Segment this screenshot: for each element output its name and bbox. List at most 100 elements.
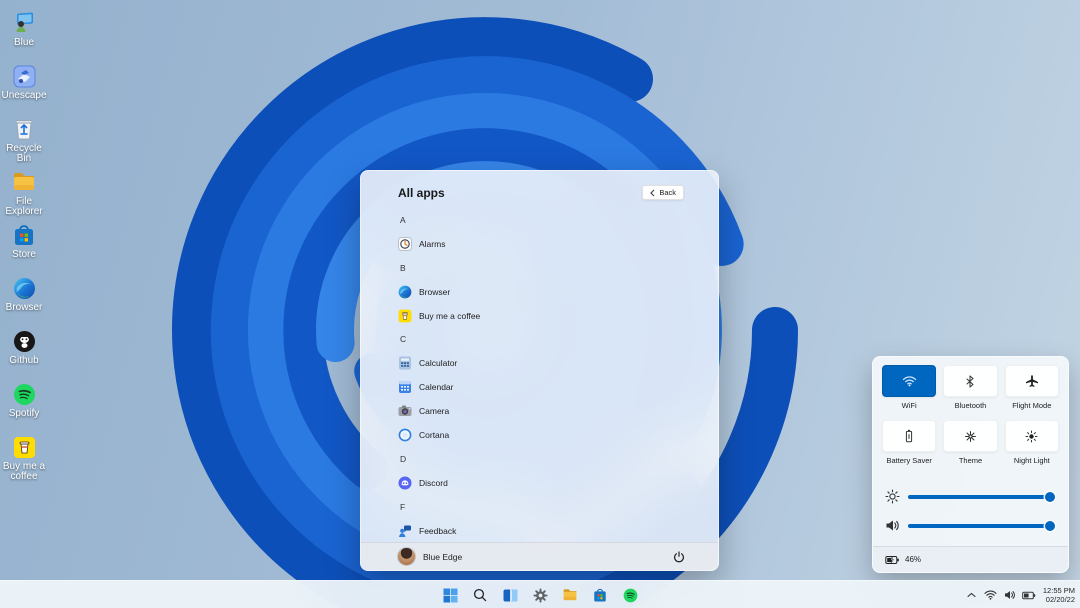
airplane-icon [1025, 374, 1039, 388]
all-apps-title: All apps [398, 186, 445, 200]
app-row-feedback[interactable]: Feedback [361, 519, 718, 543]
app-label: Cortana [419, 430, 449, 440]
desktop-icon-buy-me-a-coffee[interactable]: Buy me a coffee [0, 432, 48, 485]
flight-mode-toggle-button[interactable] [1005, 365, 1059, 397]
back-button-label: Back [659, 188, 676, 197]
desktop-icon-label: Browser [6, 303, 43, 313]
clock[interactable]: 12:55 PM 02/20/22 [1043, 586, 1075, 604]
file-explorer-icon [12, 170, 36, 194]
start-menu-footer: Blue Edge [361, 542, 718, 570]
store-button[interactable] [589, 584, 611, 606]
desktop: Blue Unescape Recycle Bin File Explorer … [0, 0, 1080, 608]
discord-icon [398, 476, 412, 490]
volume-slider[interactable] [908, 524, 1054, 528]
app-row-browser[interactable]: Browser [361, 280, 718, 304]
search-button[interactable] [469, 584, 491, 606]
buy-me-a-coffee-icon [12, 435, 36, 459]
desktop-icon-unescape[interactable]: Unescape [0, 61, 48, 114]
section-letter[interactable]: C [361, 327, 718, 351]
desktop-icon-label: Store [12, 250, 36, 260]
task-view-button[interactable] [499, 584, 521, 606]
volume-slider-row [885, 511, 1054, 540]
buy-me-a-coffee-icon [398, 309, 412, 323]
desktop-icon-label: File Explorer [1, 197, 47, 217]
app-row-discord[interactable]: Discord [361, 471, 718, 495]
task-view-icon [503, 589, 518, 602]
cortana-icon [398, 428, 412, 442]
volume-slider-thumb[interactable] [1045, 521, 1055, 531]
clock-date: 02/20/22 [1046, 595, 1075, 604]
wifi-icon [984, 590, 997, 600]
desktop-icon-store[interactable]: Store [0, 220, 48, 273]
theme-toggle-button[interactable] [943, 420, 997, 452]
toggle-label: Night Light [1014, 456, 1050, 465]
desktop-icon-recycle-bin[interactable]: Recycle Bin [0, 114, 48, 167]
tray-volume-button[interactable] [1003, 588, 1017, 602]
desktop-icon-label: Blue [14, 38, 34, 48]
toggle-cell-bluetooth: Bluetooth [943, 365, 997, 410]
brightness-icon [885, 489, 900, 504]
section-letter-label: A [400, 215, 406, 225]
spotify-button[interactable] [619, 584, 641, 606]
bluetooth-icon [965, 375, 975, 388]
tray-battery-button[interactable] [1022, 588, 1036, 602]
bluetooth-toggle-button[interactable] [943, 365, 997, 397]
app-label: Calendar [419, 382, 454, 392]
battery-percent: 46% [905, 555, 921, 564]
section-letter[interactable]: A [361, 208, 718, 232]
desktop-icon-github[interactable]: Github [0, 326, 48, 379]
app-row-calculator[interactable]: Calculator [361, 351, 718, 375]
tray-wifi-button[interactable] [984, 588, 998, 602]
user-profile-button[interactable]: Blue Edge [398, 548, 462, 565]
alarms-icon [398, 237, 412, 251]
section-letter[interactable]: D [361, 447, 718, 471]
desktop-icon-spotify[interactable]: Spotify [0, 379, 48, 432]
app-row-buy-me-a-coffee[interactable]: Buy me a coffee [361, 304, 718, 328]
app-row-cortana[interactable]: Cortana [361, 423, 718, 447]
desktop-icon-browser[interactable]: Browser [0, 273, 48, 326]
settings-button[interactable] [529, 584, 551, 606]
toggle-cell-night-light: Night Light [1005, 420, 1059, 465]
desktop-icon-file-explorer[interactable]: File Explorer [0, 167, 48, 220]
search-icon [473, 588, 487, 602]
clock-time: 12:55 PM [1043, 586, 1075, 595]
section-letter[interactable]: F [361, 495, 718, 519]
desktop-icon-label: Buy me a coffee [1, 462, 47, 482]
settings-gear-icon [533, 588, 548, 603]
section-letter[interactable]: B [361, 256, 718, 280]
brightness-slider[interactable] [908, 495, 1054, 499]
battery-saver-toggle-button[interactable] [882, 420, 936, 452]
volume-icon [885, 519, 900, 532]
file-explorer-button[interactable] [559, 584, 581, 606]
store-icon [593, 588, 607, 603]
blue-app-icon [12, 11, 36, 35]
app-row-camera[interactable]: Camera [361, 399, 718, 423]
start-button[interactable] [439, 584, 461, 606]
toggle-label: Theme [959, 456, 982, 465]
brightness-slider-row [885, 482, 1054, 511]
wifi-toggle-button[interactable] [882, 365, 936, 397]
calendar-icon [398, 380, 412, 394]
app-label: Camera [419, 406, 449, 416]
back-button[interactable]: Back [642, 185, 684, 200]
feedback-icon [398, 524, 412, 538]
desktop-icon-blue[interactable]: Blue [0, 8, 48, 61]
chevron-up-icon [967, 592, 976, 598]
all-apps-list: A Alarms B Browser Buy me a coffee [361, 208, 718, 542]
app-row-calendar[interactable]: Calendar [361, 375, 718, 399]
power-icon [673, 551, 685, 563]
battery-saver-icon [905, 429, 913, 443]
tray-overflow-button[interactable] [965, 588, 979, 602]
app-row-alarms[interactable]: Alarms [361, 232, 718, 256]
camera-icon [398, 404, 412, 418]
github-icon [12, 329, 36, 353]
spotify-icon [623, 588, 638, 603]
brightness-slider-thumb[interactable] [1045, 492, 1055, 502]
app-label: Feedback [419, 526, 456, 536]
battery-charging-icon [885, 555, 900, 565]
power-button[interactable] [670, 548, 688, 566]
night-light-toggle-button[interactable] [1005, 420, 1059, 452]
toggle-label: Flight Mode [1012, 401, 1051, 410]
app-label: Buy me a coffee [419, 311, 480, 321]
battery-icon [1022, 591, 1036, 600]
